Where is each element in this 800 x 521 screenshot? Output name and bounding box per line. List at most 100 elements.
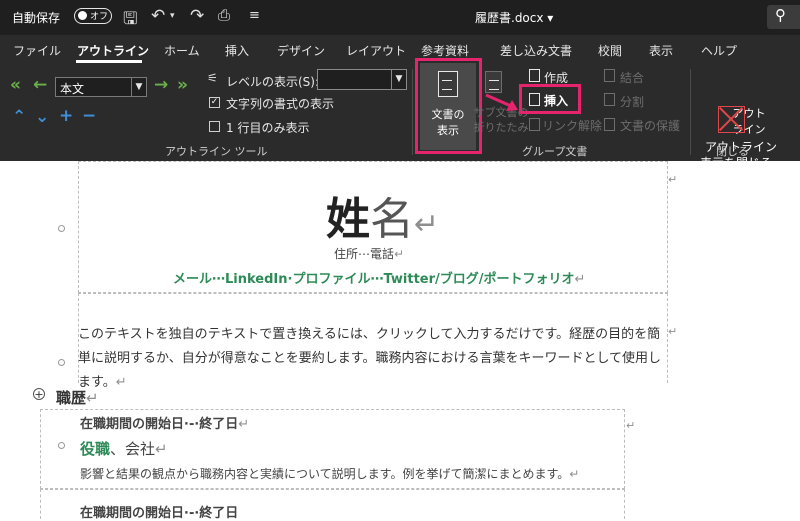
tab-home[interactable]: ホーム bbox=[164, 42, 200, 59]
tab-insert[interactable]: 挿入 bbox=[225, 42, 249, 59]
profile-paragraph[interactable]: このテキストを独自のテキストで置き換えるには、クリックして入力するだけです。経歴… bbox=[78, 323, 668, 395]
red-arrow-annotation bbox=[485, 93, 518, 111]
paragraph-mark-icon: ↵ bbox=[574, 272, 586, 287]
lock-document-button[interactable]: 文書の保護 bbox=[620, 117, 680, 134]
job-title: 役職 bbox=[80, 440, 111, 458]
group-divider bbox=[690, 69, 691, 155]
job-period[interactable]: 在職期間の開始日⋅-⋅終了日 bbox=[80, 502, 238, 521]
promote-icon[interactable]: ← bbox=[33, 75, 47, 95]
tab-design[interactable]: デザイン bbox=[277, 42, 325, 59]
expand-icon[interactable]: + bbox=[59, 106, 73, 126]
close-group-label: 閉じる bbox=[716, 145, 749, 158]
profile-text: このテキストを独自のテキストで置き換えるには、クリックして入力するだけです。経歴… bbox=[78, 327, 662, 390]
redo-icon[interactable]: ↷ bbox=[190, 6, 204, 26]
tab-review[interactable]: 校閲 bbox=[598, 42, 622, 59]
touch-mode-icon[interactable]: ⎙ bbox=[218, 6, 230, 24]
cell-end-mark-icon: ↵ bbox=[626, 419, 636, 432]
contact-text: メール⋯LinkedIn·プロファイル⋯Twitter/ブログ/ポートフォリオ bbox=[173, 272, 575, 287]
move-down-icon[interactable]: ⌄ bbox=[35, 107, 49, 127]
show-text-format-label: 文字列の書式の表示 bbox=[226, 97, 335, 111]
section-heading[interactable]: 職歴↵ bbox=[56, 387, 99, 408]
tab-layout[interactable]: レイアウト bbox=[346, 42, 406, 59]
demote-icon[interactable]: → bbox=[154, 75, 168, 95]
close-icon bbox=[718, 106, 745, 133]
autosave-toggle[interactable]: オフ bbox=[74, 8, 112, 24]
document-title[interactable]: 履歴書.docx ▾ bbox=[475, 9, 553, 26]
outline-tools-group-label: アウトライン ツール bbox=[165, 145, 268, 158]
job-description-text: 影響と結果の観点から職務内容と実績について説明します。例を挙げて簡潔にまとめます… bbox=[80, 467, 570, 481]
address-line[interactable]: 住所⋯電話↵ bbox=[334, 245, 404, 262]
search-button[interactable]: ⚲ bbox=[767, 5, 800, 29]
save-icon[interactable]: 🖫 bbox=[123, 6, 137, 35]
tab-mailings[interactable]: 差し込み文書 bbox=[500, 42, 572, 59]
outline-bullet[interactable] bbox=[58, 225, 65, 232]
unlink-subdocument-button[interactable]: リンク解除 bbox=[542, 117, 602, 134]
paragraph-mark-icon: ↵ bbox=[394, 247, 405, 261]
job-period-text: 在職期間の開始日⋅-⋅終了日 bbox=[80, 506, 239, 521]
show-level-select[interactable]: ▼ bbox=[317, 69, 407, 90]
first-line-only-checkbox[interactable] bbox=[209, 121, 220, 132]
paragraph-mark-icon: ↵ bbox=[86, 389, 99, 407]
lock-document-icon bbox=[604, 118, 615, 131]
outline-bullet[interactable] bbox=[58, 359, 65, 366]
show-text-format-checkbox[interactable]: ✓ bbox=[209, 97, 220, 108]
job-period[interactable]: 在職期間の開始日⋅-⋅終了日↵ bbox=[80, 413, 249, 432]
job-role[interactable]: 役職、会社↵ bbox=[80, 438, 168, 459]
collapse-subdocuments-icon bbox=[485, 71, 502, 93]
tab-view[interactable]: 表示 bbox=[649, 42, 673, 59]
outline-level-value: 本文 bbox=[60, 82, 85, 96]
name-second-part: 名 bbox=[370, 194, 414, 245]
job-period-text: 在職期間の開始日⋅-⋅終了日 bbox=[80, 417, 239, 432]
undo-icon[interactable]: ↶ bbox=[151, 6, 165, 26]
insert-highlight bbox=[519, 84, 581, 114]
chevron-down-icon: ▼ bbox=[391, 70, 406, 89]
collapse-icon[interactable]: − bbox=[82, 106, 96, 126]
merge-subdocument-button[interactable]: 結合 bbox=[620, 69, 644, 86]
resume-name[interactable]: 姓名↵ bbox=[326, 183, 439, 247]
paragraph-mark-icon: ↵ bbox=[569, 467, 580, 481]
ribbon: ファイル アウトライン ホーム 挿入 デザイン レイアウト 参考資料 差し込み文… bbox=[0, 35, 800, 170]
name-first-part: 姓 bbox=[326, 194, 370, 245]
merge-subdocument-icon bbox=[604, 69, 615, 82]
contact-line[interactable]: メール⋯LinkedIn·プロファイル⋯Twitter/ブログ/ポートフォリオ↵ bbox=[173, 268, 585, 287]
tab-outline[interactable]: アウトライン bbox=[77, 42, 149, 59]
tab-references[interactable]: 参考資料 bbox=[421, 42, 469, 59]
ribbon-tabs: ファイル アウトライン ホーム 挿入 デザイン レイアウト 参考資料 差し込み文… bbox=[0, 35, 800, 63]
expand-heading-icon[interactable]: + bbox=[33, 388, 45, 400]
document-area[interactable]: + 姓名↵ 住所⋯電話↵ メール⋯LinkedIn·プロファイル⋯Twitter… bbox=[0, 161, 800, 521]
search-icon: ⚲ bbox=[775, 6, 786, 24]
outline-level-select[interactable]: 本文 ▼ bbox=[55, 77, 147, 97]
active-tab-indicator bbox=[76, 60, 142, 63]
outline-bullet[interactable] bbox=[58, 442, 65, 449]
tab-file[interactable]: ファイル bbox=[13, 42, 61, 59]
unlink-subdocument-icon bbox=[529, 118, 540, 131]
paragraph-mark-icon: ↵ bbox=[238, 417, 250, 432]
chevron-down-icon: ▼ bbox=[131, 78, 146, 96]
group-divider bbox=[412, 69, 413, 155]
autosave-label: 自動保存 bbox=[12, 11, 61, 25]
tab-help[interactable]: ヘルプ bbox=[701, 42, 737, 59]
paragraph-mark-icon: ↵ bbox=[115, 375, 127, 390]
cell-end-mark-icon: ↵ bbox=[668, 173, 678, 186]
collapse-label-line2: 折りたたみ bbox=[473, 121, 529, 134]
paragraph-mark-icon: ↵ bbox=[155, 440, 168, 458]
show-level-icon: ⚟ bbox=[207, 71, 218, 85]
first-line-only-label: 1 行目のみ表示 bbox=[226, 121, 310, 135]
show-level-label: レベルの表示(S): bbox=[226, 75, 320, 89]
undo-dropdown-icon[interactable]: ▾ bbox=[170, 11, 175, 21]
cell-end-mark-icon: ↵ bbox=[668, 325, 678, 338]
address-text: 住所⋯電話 bbox=[334, 247, 395, 261]
master-document-group-label: グループ文書 bbox=[522, 145, 588, 158]
toggle-state-label: オフ bbox=[90, 12, 109, 22]
move-up-icon[interactable]: ⌃ bbox=[12, 107, 26, 127]
demote-to-body-icon[interactable]: » bbox=[177, 75, 188, 95]
toggle-knob bbox=[78, 11, 87, 20]
create-subdocument-icon bbox=[529, 69, 540, 82]
customize-qat-icon[interactable]: ≡ bbox=[249, 8, 260, 23]
job-company: 、会社 bbox=[110, 440, 156, 458]
promote-to-heading1-icon[interactable]: « bbox=[10, 75, 21, 95]
section-heading-text: 職歴 bbox=[56, 389, 87, 407]
job-description[interactable]: 影響と結果の観点から職務内容と実績について説明します。例を挙げて簡潔にまとめます… bbox=[80, 465, 579, 482]
split-subdocument-button[interactable]: 分割 bbox=[620, 93, 644, 110]
paragraph-mark-icon: ↵ bbox=[414, 207, 440, 242]
